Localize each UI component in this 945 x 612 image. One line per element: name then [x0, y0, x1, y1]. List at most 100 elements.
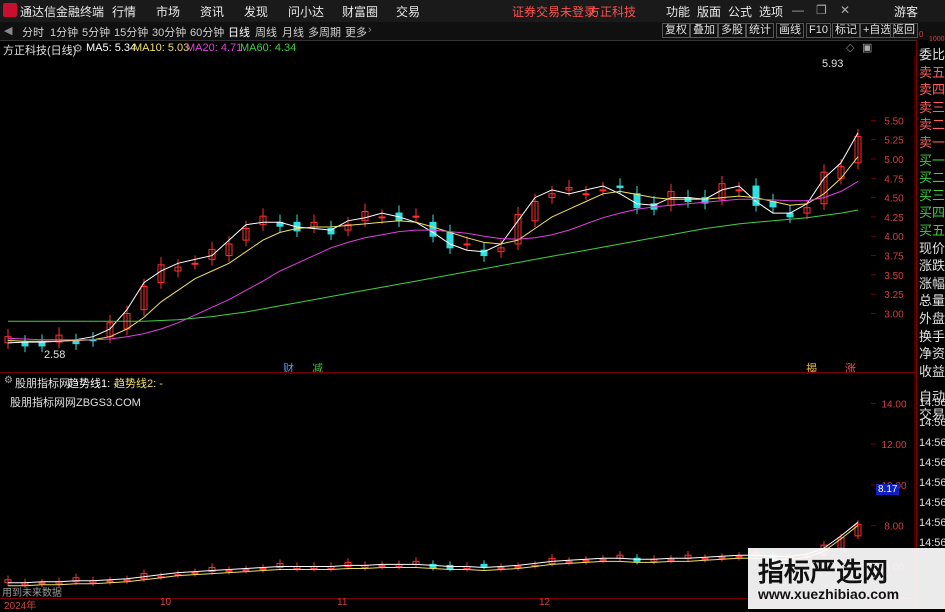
quote-field-6: 买一 — [919, 152, 945, 168]
period-tab-day[interactable]: 日线 — [228, 24, 250, 40]
quote-field-13: 涨幅 — [919, 275, 945, 291]
stats-button[interactable]: 统计 — [746, 23, 774, 38]
main-y-tick-label: 4.50 — [884, 194, 904, 205]
period-tab-60m[interactable]: 60分钟 — [190, 24, 224, 40]
x-axis-label-year: 2024年 — [4, 601, 37, 612]
app-title: 通达信金融终端 — [20, 5, 105, 19]
menu-item-options[interactable]: 选项 — [759, 3, 783, 20]
candle-body — [72, 340, 80, 345]
brand-url[interactable]: www.xuezhibiao.com — [758, 586, 899, 602]
main-y-tick-label: 3.25 — [884, 290, 904, 301]
ma20-label: MA20: 4.71 — [186, 42, 243, 54]
top-mark-0: 0 — [919, 30, 924, 39]
quote-field-25: 14:56 — [919, 477, 945, 489]
main-kline-chart[interactable]: 5.50 5.25 5.00 4.75 4.50 4.25 4.00 3.75 3.50 3.25… — [0, 56, 916, 372]
main-y-tick-label: 4.25 — [884, 213, 904, 224]
candle-body — [38, 341, 46, 347]
period-tab-tick[interactable]: 分时 — [22, 24, 44, 40]
menu-item-news[interactable]: 资讯 — [200, 3, 224, 20]
quote-field-15: 外盘 — [919, 311, 945, 326]
quote-field-12: 涨跌 — [919, 258, 945, 274]
quote-side-panel: 0 1000 委比 卖五 卖四 卖三 卖二 卖一 买一 买二 买三 买四 买五 现价 涨跌 涨幅 总量 外盘换… — [916, 30, 945, 609]
quote-field-3: 卖三 — [919, 99, 945, 115]
candle-body — [21, 342, 29, 347]
candle-body — [786, 212, 794, 218]
draw-line-button[interactable]: 画线 — [776, 23, 804, 38]
candle-body — [582, 193, 590, 196]
minimize-icon[interactable]: — — [792, 3, 804, 17]
period-tab-multi[interactable]: 多周期 — [308, 24, 341, 40]
brand-name: 指标严选网 — [758, 557, 889, 587]
menu-item-formula[interactable]: 公式 — [728, 3, 752, 20]
top-mark-1000: 1000 — [929, 36, 945, 43]
main-y-tick-label: 3.75 — [884, 252, 904, 263]
quote-field-9: 买四 — [919, 205, 945, 221]
quote-field-10: 买五 — [919, 223, 945, 238]
period-tab-month[interactable]: 月线 — [282, 24, 304, 40]
f10-button[interactable]: F10 — [806, 23, 831, 38]
period-tab-week[interactable]: 周线 — [255, 24, 277, 40]
candle-body — [412, 215, 420, 218]
x-axis-label-nov: 11 — [337, 597, 348, 608]
login-notice[interactable]: 证券交易未登录 — [512, 3, 596, 20]
guest-label[interactable]: 游客 — [894, 3, 918, 20]
main-y-tick-label: 4.75 — [884, 174, 904, 185]
menu-item-discover[interactable]: 发现 — [244, 3, 268, 20]
settings-icon[interactable]: ⚙ — [73, 42, 83, 55]
menu-item-layout[interactable]: 版面 — [697, 3, 721, 20]
candle-body — [191, 262, 199, 265]
restore-icon[interactable]: ❐ — [816, 3, 827, 17]
menu-item-market[interactable]: 行情 — [112, 3, 136, 20]
quote-field-22: 14:56 — [919, 417, 945, 429]
chart-info-line: 方正科技(日线) ⚙ MA5: 5.34 MA10: 5.03 MA20: 4.… — [0, 40, 915, 57]
mark-button[interactable]: 标记 — [832, 23, 860, 38]
quote-field-14: 总量 — [919, 293, 945, 309]
menu-item-function[interactable]: 功能 — [666, 3, 690, 20]
quote-field-27: 14:56 — [919, 517, 945, 529]
x-axis-label-oct: 10 — [160, 597, 172, 608]
quote-field-11: 现价 — [919, 240, 945, 256]
quote-field-21: 14:56 — [919, 397, 945, 409]
quote-field-26: 14:56 — [919, 497, 945, 509]
period-toolbar: ◀ 分时 1分钟 5分钟 15分钟 30分钟 60分钟 日线 周线 月线 多周期… — [0, 22, 945, 41]
period-tab-30m[interactable]: 30分钟 — [152, 24, 186, 40]
collapse-icon[interactable]: ◀ — [4, 24, 12, 37]
quote-field-17: 净资 — [919, 346, 945, 362]
more-arrow-icon[interactable]: › — [368, 24, 372, 36]
candle-body — [633, 193, 641, 209]
candle-body — [616, 185, 624, 189]
period-tab-1m[interactable]: 1分钟 — [50, 24, 78, 40]
multi-stock-button[interactable]: 多股 — [718, 23, 746, 38]
main-y-tick-label: 3.50 — [884, 271, 904, 282]
menu-bar: 通达信金融终端 行情 市场 资讯 发现 问小达 财富圈 交易 证券交易未登录 方… — [0, 0, 945, 23]
quote-field-2: 卖四 — [919, 82, 945, 98]
menu-item-trade[interactable]: 交易 — [396, 3, 420, 20]
adjust-button[interactable]: 复权 — [662, 23, 690, 38]
period-tab-15m[interactable]: 15分钟 — [114, 24, 148, 40]
main-y-tick-label: 5.00 — [884, 155, 904, 166]
close-icon[interactable]: ✕ — [840, 3, 850, 17]
low-price-label: 2.58 — [44, 349, 66, 361]
back-button[interactable]: 返回 — [890, 23, 918, 38]
quote-field-1: 卖五 — [919, 64, 945, 80]
main-y-tick-label: 4.00 — [884, 232, 904, 243]
brand-watermark: 指标严选网 www.xuezhibiao.com — [748, 548, 945, 609]
period-tab-more[interactable]: 更多 — [345, 24, 367, 40]
period-tab-5m[interactable]: 5分钟 — [82, 24, 110, 40]
ma-line-ma10 — [7, 156, 859, 342]
candle-body — [599, 189, 607, 192]
overlay-button[interactable]: 叠加 — [690, 23, 718, 38]
x-axis-label-dec: 12 — [539, 597, 551, 608]
menu-item-markets[interactable]: 市场 — [156, 3, 180, 20]
sub-y-tick-label: 8.00 — [884, 522, 904, 533]
quote-field-5: 卖一 — [919, 135, 945, 150]
window-icon[interactable]: ▣ — [862, 41, 872, 54]
menu-item-ask[interactable]: 问小达 — [288, 3, 324, 20]
high-price-label: 5.93 — [822, 58, 844, 70]
quote-field-8: 买三 — [919, 187, 945, 203]
menu-item-wealth[interactable]: 财富圈 — [342, 3, 378, 20]
main-y-tick-label: 3.00 — [884, 310, 904, 321]
diamond-icon[interactable]: ◇ — [846, 41, 854, 54]
sub-candle-body — [480, 563, 488, 567]
main-y-tick-label: 5.50 — [884, 116, 904, 127]
